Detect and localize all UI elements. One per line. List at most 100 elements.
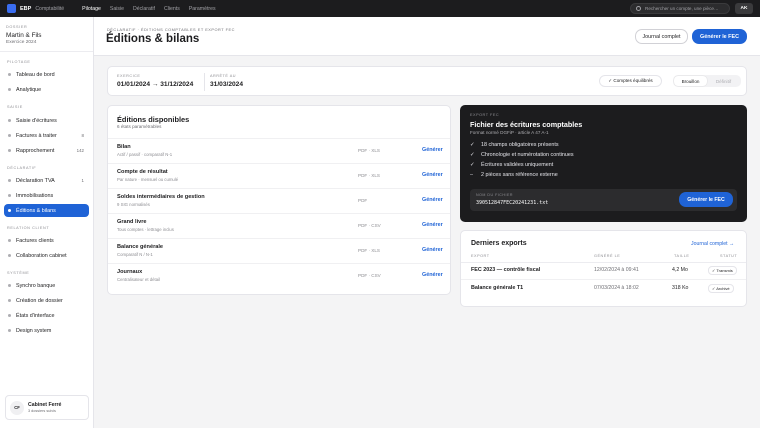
check-icon: ✓: [470, 162, 475, 168]
generate-fec-button[interactable]: Générer le FEC: [679, 192, 733, 207]
generate-link[interactable]: Générer: [422, 272, 443, 278]
col-header-status: STATUT: [720, 254, 738, 258]
fec-label: EXPORT FEC: [470, 113, 500, 117]
nav-parametres[interactable]: Paramètres: [189, 6, 216, 12]
generate-link[interactable]: Générer: [422, 197, 443, 203]
cabinet-card[interactable]: CF Cabinet Ferré 3 dossiers suivis: [5, 395, 89, 420]
nav-clients[interactable]: Clients: [164, 6, 180, 12]
status-badge: ✓ Archivé: [708, 284, 734, 293]
bullet-icon: [8, 239, 11, 242]
edition-formats: PDF · CSV: [358, 273, 381, 278]
table-row[interactable]: Balance générale T1 07/03/2024 à 18:02 3…: [461, 280, 746, 298]
sidebar-item-label: Tableau de bord: [16, 71, 55, 78]
editions-subtitle: 6 états paramétrables: [117, 124, 162, 129]
arrete-value[interactable]: 31/03/2024: [210, 81, 243, 88]
breadcrumb: DÉCLARATIF · ÉDITIONS COMPTABLES ET EXPO…: [107, 27, 235, 32]
fec-subtitle: Format normé DGFiP · article A 47 A-1: [470, 130, 549, 135]
edition-formats: PDF · XLS: [358, 248, 380, 253]
sidebar-item-label: Factures à traiter: [16, 132, 57, 139]
section-saisie: SAISIE: [7, 105, 23, 109]
sidebar-item-design-system[interactable]: Design system: [4, 324, 89, 337]
user-avatar[interactable]: AK: [735, 3, 753, 14]
check-icon: ✓: [470, 152, 475, 158]
bullet-icon: [8, 314, 11, 317]
edition-formats: PDF · CSV: [358, 223, 381, 228]
col-header-date: GÉNÉRÉ LE: [594, 254, 621, 258]
export-date: 07/03/2024 à 18:02: [594, 285, 639, 291]
exercice-label: EXERCICE: [117, 74, 141, 78]
edition-name: Compte de résultat: [117, 169, 168, 175]
bullet-icon: [8, 254, 11, 257]
fec-check-item: ✓ 18 champs obligatoires présents: [470, 142, 559, 148]
bullet-icon: [8, 88, 11, 91]
nav-pilotage[interactable]: Pilotage: [82, 6, 101, 12]
cabinet-sub: 3 dossiers suivis: [28, 409, 56, 413]
sidebar-item-label: États d'interface: [16, 312, 55, 319]
sidebar-item-etats-interface[interactable]: États d'interface: [4, 309, 89, 322]
bullet-icon: [8, 73, 11, 76]
sidebar-item-rapprochement[interactable]: Rapprochement 142: [4, 144, 89, 157]
journal-complet-button[interactable]: Journal complet: [635, 29, 688, 44]
fec-check-text: Chronologie et numérotation continues: [481, 152, 574, 158]
file-name-value: 390512847FEC20241231.txt: [476, 200, 549, 206]
bullet-icon: [8, 194, 11, 197]
generate-fec-header-button[interactable]: Générer le FEC: [692, 29, 747, 44]
page-header: DÉCLARATIF · ÉDITIONS COMPTABLES ET EXPO…: [94, 17, 760, 56]
fec-check-item: – 2 pièces sans référence externe: [470, 172, 558, 178]
generate-link[interactable]: Générer: [422, 222, 443, 228]
generate-link[interactable]: Générer: [422, 247, 443, 253]
sidebar-item-label: Design system: [16, 327, 52, 334]
generate-link[interactable]: Générer: [422, 147, 443, 153]
exercice-value[interactable]: 01/01/2024 → 31/12/2024: [117, 81, 193, 88]
fec-file-box: NOM DU FICHIER 390512847FEC20241231.txt …: [470, 189, 737, 211]
bullet-icon: [8, 134, 11, 137]
edition-desc: Tous comptes · lettrage inclus: [117, 227, 174, 232]
sidebar-item-editions-bilans[interactable]: Éditions & bilans: [4, 204, 89, 217]
period-card: EXERCICE 01/01/2024 → 31/12/2024 ARRÊTÉ …: [107, 66, 747, 96]
sidebar-item-tableau-de-bord[interactable]: Tableau de bord: [4, 68, 89, 81]
mode-definitif[interactable]: Définitif: [707, 76, 740, 86]
fec-card: EXPORT FEC Fichier des écritures comptab…: [460, 105, 747, 222]
mode-brouillon[interactable]: Brouillon: [674, 76, 707, 86]
sidebar-item-label: Collaboration cabinet: [16, 252, 67, 259]
sidebar-item-immobilisations[interactable]: Immobilisations: [4, 189, 89, 202]
sidebar-item-label: Synchro banque: [16, 282, 56, 289]
fec-check-item: ✓ Écritures validées uniquement: [470, 162, 553, 168]
nav-saisie[interactable]: Saisie: [110, 6, 124, 12]
edition-row-bilan: Bilan Actif / passif · comparatif N-1 PD…: [108, 138, 450, 163]
sidebar-item-count: 142: [76, 148, 84, 153]
export-size: 318 Ko: [672, 285, 689, 291]
sidebar-item-factures-clients[interactable]: Factures clients: [4, 234, 89, 247]
export-name: FEC 2023 — contrôle fiscal: [471, 267, 541, 273]
section-relation-client: RELATION CLIENT: [7, 226, 50, 230]
fec-check-text: 18 champs obligatoires présents: [481, 142, 559, 148]
editions-title: Éditions disponibles: [117, 115, 190, 124]
generate-link[interactable]: Générer: [422, 172, 443, 178]
edition-desc: Comparatif N / N-1: [117, 252, 153, 257]
table-row[interactable]: FEC 2023 — contrôle fiscal 12/02/2024 à …: [461, 262, 746, 280]
section-pilotage: PILOTAGE: [7, 60, 31, 64]
check-icon: ✓: [470, 142, 475, 148]
sidebar-item-count: 8: [81, 133, 84, 138]
journal-complet-link[interactable]: Journal complet →: [691, 241, 734, 247]
edition-name: Bilan: [117, 144, 131, 150]
edition-desc: Par nature · mensuel ou cumulé: [117, 177, 179, 182]
dossier-name[interactable]: Martin & Fils: [6, 32, 42, 39]
sidebar-item-factures-a-traiter[interactable]: Factures à traiter 8: [4, 129, 89, 142]
sidebar-item-synchro-banque[interactable]: Synchro banque: [4, 279, 89, 292]
cabinet-avatar: CF: [10, 400, 24, 415]
sidebar-item-creation-dossier[interactable]: Création de dossier: [4, 294, 89, 307]
sidebar-item-label: Saisie d'écritures: [16, 117, 57, 124]
bullet-icon: [8, 119, 11, 122]
export-size: 4,2 Mo: [672, 267, 688, 273]
period-divider: [204, 73, 205, 91]
nav-declaratif[interactable]: Déclaratif: [133, 6, 155, 12]
sidebar-item-analytique[interactable]: Analytique: [4, 83, 89, 96]
sidebar-item-declaration-tva[interactable]: Déclaration TVA 1: [4, 174, 89, 187]
top-bar: EBP Comptabilité Pilotage Saisie Déclara…: [0, 0, 760, 17]
sidebar-item-collaboration-cabinet[interactable]: Collaboration cabinet: [4, 249, 89, 262]
sidebar-item-saisie-ecritures[interactable]: Saisie d'écritures: [4, 114, 89, 127]
fec-title: Fichier des écritures comptables: [470, 120, 583, 129]
app-name: Comptabilité: [35, 5, 65, 12]
search-input[interactable]: Rechercher un compte, une pièce…: [630, 3, 730, 14]
